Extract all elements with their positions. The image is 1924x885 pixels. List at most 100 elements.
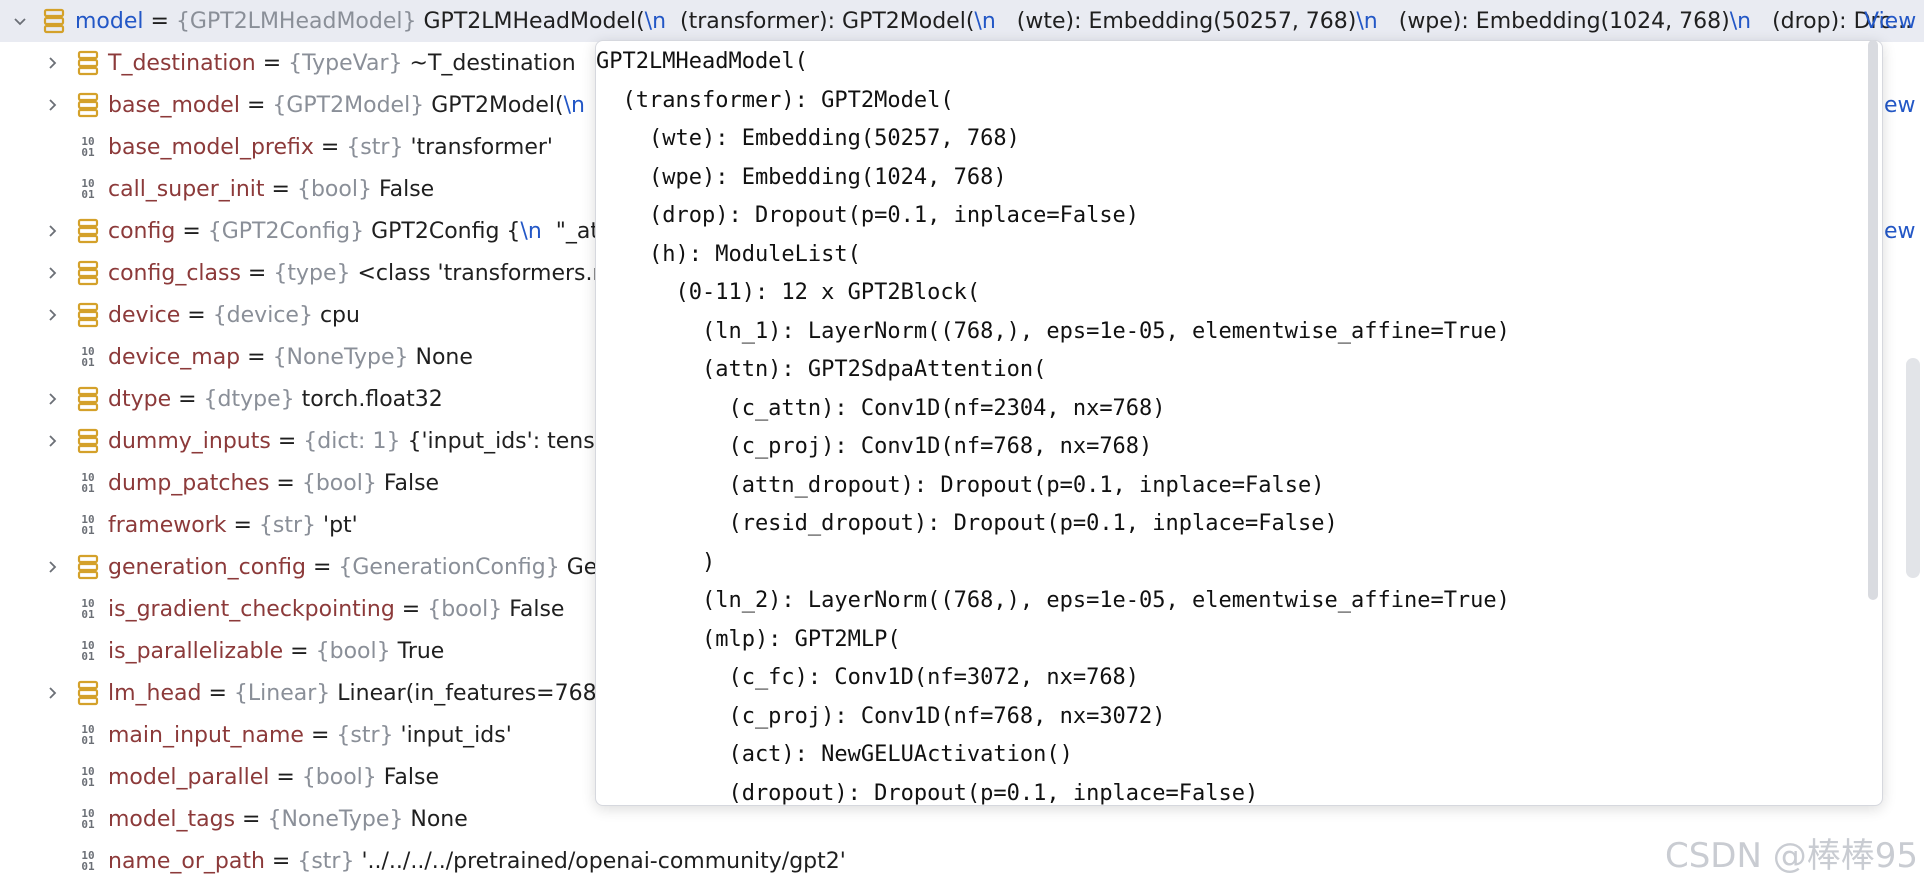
value-segment: (transformer): GPT2Model( — [680, 8, 975, 34]
row-text: dtype = {dtype} torch.float32 — [108, 378, 443, 420]
primitive-binary-icon: 10 01 — [81, 765, 95, 789]
newline-marker: \n — [644, 8, 667, 34]
row-text: base_model = {GPT2Model} GPT2Model(\n (v — [108, 84, 621, 126]
tree-row-name_or_path[interactable]: 10 01 name_or_path = {str} '../../../../pr… — [0, 840, 1924, 882]
variable-name: name_or_path — [108, 848, 265, 874]
chevron-right-icon[interactable] — [42, 431, 62, 451]
tree-row-model[interactable]: model = {GPT2LMHeadModel} GPT2LMHeadMode… — [0, 0, 1924, 42]
variable-name: model_parallel — [108, 764, 270, 790]
chevron-right-icon[interactable] — [42, 263, 62, 283]
variable-value: GPT2Model( — [431, 92, 564, 118]
variable-value: 'pt' — [323, 512, 358, 538]
equals-sign: = — [226, 512, 259, 538]
equals-sign: = — [394, 596, 428, 622]
variable-name: device — [108, 302, 181, 328]
view-link[interactable]: ew — [1884, 93, 1916, 118]
variable-name: is_gradient_checkpointing — [108, 596, 395, 622]
watermark: CSDN @棒棒95 — [1664, 836, 1918, 876]
row-text: dummy_inputs = {dict: 1} {'input_ids': t… — [108, 420, 643, 462]
code-line: (0-11): 12 x GPT2Block( — [596, 280, 981, 305]
variable-value: True — [397, 638, 445, 664]
variable-type: {str} — [336, 722, 394, 748]
chevron-right-icon[interactable] — [42, 683, 62, 703]
variable-value: <class 'transformers.mo — [357, 260, 628, 286]
equals-sign: = — [269, 764, 302, 790]
chevron-right-icon[interactable] — [42, 221, 62, 241]
chevron-right-icon[interactable] — [42, 305, 62, 325]
object-stack-icon — [76, 678, 100, 708]
primitive-binary-icon: 10 01 — [81, 471, 95, 495]
variable-name: is_parallelizable — [108, 638, 284, 664]
row-text: generation_config = {GenerationConfig} G… — [108, 546, 625, 588]
row-text: lm_head = {Linear} Linear(in_features=76… — [108, 672, 638, 714]
variable-name: base_model — [108, 92, 240, 118]
chevron-down-icon[interactable] — [10, 11, 30, 31]
variable-name: call_super_init — [108, 176, 265, 202]
variable-name: dump_patches — [108, 470, 270, 496]
row-text: device_map = {NoneType} None — [108, 336, 473, 378]
code-line: (c_proj): Conv1D(nf=768, nx=768) — [596, 434, 1153, 459]
code-line: (h): ModuleList( — [596, 241, 861, 267]
variable-name: model — [75, 8, 144, 34]
primitive-binary-icon: 10 01 — [81, 135, 95, 159]
code-line: (drop): Dropout(p=0.1, inplace=False) — [596, 203, 1140, 228]
equals-sign: = — [171, 386, 204, 412]
chevron-right-icon[interactable] — [42, 53, 62, 73]
variable-name: model_tags — [108, 806, 236, 832]
row-text: dump_patches = {bool} False — [108, 462, 439, 504]
variable-value: 'transformer' — [410, 134, 553, 160]
variable-name: lm_head — [108, 680, 202, 706]
variable-value: False — [378, 176, 435, 202]
object-stack-icon — [76, 552, 100, 582]
variable-name: base_model_prefix — [108, 134, 314, 160]
view-link[interactable]: ew — [1884, 219, 1916, 244]
newline-marker: \n — [1729, 8, 1752, 34]
equals-sign: = — [240, 344, 273, 370]
chevron-right-icon[interactable] — [42, 557, 62, 577]
variable-value: False — [509, 596, 565, 622]
view-link[interactable]: View — [1864, 9, 1916, 34]
equals-sign: = — [255, 50, 289, 76]
variable-value: Linear(in_features=768, ou — [337, 680, 638, 706]
variable-value: ~T_destination — [409, 50, 576, 76]
row-text: main_input_name = {str} 'input_ids' — [108, 714, 512, 756]
tree-scrollbar-thumb[interactable] — [1906, 358, 1920, 578]
variable-type: {GPT2LMHeadModel} — [175, 8, 417, 34]
chevron-right-icon[interactable] — [42, 389, 62, 409]
variable-value: False — [383, 764, 440, 790]
equals-sign: = — [283, 638, 316, 664]
primitive-binary-icon: 10 01 — [81, 723, 95, 747]
primitive-binary-icon: 10 01 — [81, 177, 95, 201]
value-segment: (wte): Embedding(50257, 768) — [1016, 8, 1357, 34]
primitive-binary-icon: 10 01 — [81, 597, 95, 621]
equals-sign: = — [240, 260, 274, 286]
tooltip-code: GPT2LMHeadModel( (transformer): GPT2Mode… — [596, 43, 1510, 805]
variable-name: dummy_inputs — [108, 428, 271, 454]
row-text: is_gradient_checkpointing = {bool} False — [108, 588, 564, 630]
variable-name: dtype — [108, 386, 172, 412]
code-line: (attn): GPT2SdpaAttention( — [596, 357, 1047, 382]
row-text: is_parallelizable = {bool} True — [108, 630, 444, 672]
value-segment: (wpe): Embedding(1024, 768) — [1398, 8, 1730, 34]
object-stack-icon — [76, 216, 100, 246]
tooltip-scrollbar-thumb[interactable] — [1868, 40, 1878, 600]
chevron-right-icon[interactable] — [42, 95, 62, 115]
code-line: (mlp): GPT2MLP( — [596, 626, 901, 652]
